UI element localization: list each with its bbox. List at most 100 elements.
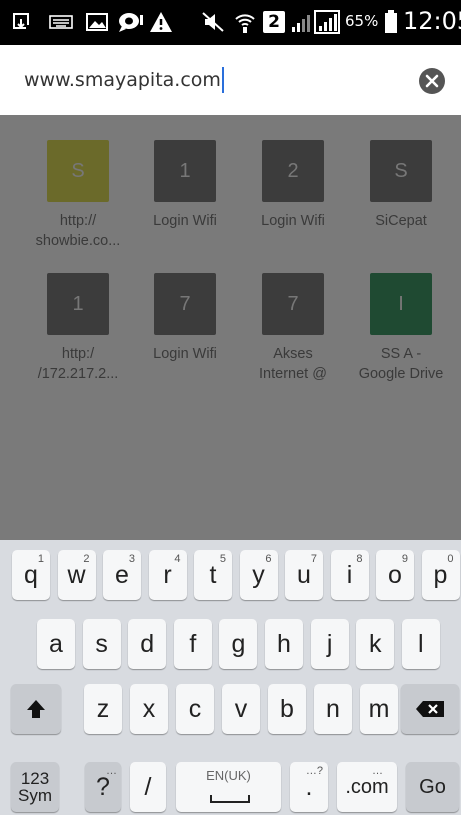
key-k[interactable]: k [356, 619, 395, 669]
shortcut-label: Login Wifi [153, 213, 217, 229]
key-label: f [189, 629, 197, 658]
url-input[interactable]: www.smayapita.com [24, 64, 404, 96]
dotcom-key[interactable]: … .com [337, 762, 397, 812]
warning-icon [148, 10, 174, 34]
key-w[interactable]: 2w [57, 550, 96, 600]
go-key[interactable]: Go [406, 762, 459, 812]
key-l[interactable]: l [401, 619, 440, 669]
signal-icon [314, 10, 340, 34]
key-hint: 4 [174, 553, 181, 565]
slash-key-label: / [144, 772, 152, 801]
shortcut-label: http:// showbie.co... [35, 213, 121, 249]
close-circle-icon [425, 74, 439, 88]
key-p[interactable]: 0p [421, 550, 460, 600]
key-c[interactable]: c [176, 684, 214, 734]
shortcut-label: Akses Internet @ [259, 346, 327, 382]
key-label: t [209, 560, 217, 589]
key-e[interactable]: 3e [103, 550, 141, 600]
key-label: e [115, 560, 129, 589]
key-label: m [368, 694, 390, 723]
shortcut-tile[interactable]: 7 Akses Internet @ [239, 273, 347, 384]
key-label: c [188, 694, 202, 723]
shortcut-thumbnail: S [370, 140, 432, 202]
clear-url-button[interactable] [419, 68, 445, 94]
shortcut-tile[interactable]: 1 Login Wifi [131, 140, 239, 231]
key-a[interactable]: a [37, 619, 75, 669]
question-key-label: ? [96, 772, 110, 801]
key-i[interactable]: 8i [330, 550, 369, 600]
mic-hint: … [106, 765, 117, 777]
key-label: l [418, 629, 424, 658]
shift-key[interactable] [11, 684, 61, 734]
backspace-icon [416, 701, 444, 717]
dotcom-key-label: .com [345, 776, 389, 798]
key-label: y [252, 560, 265, 589]
shortcut-tile[interactable]: 2 Login Wifi [239, 140, 347, 231]
question-key[interactable]: … ? [85, 762, 121, 812]
key-s[interactable]: s [82, 619, 121, 669]
shortcut-label: Login Wifi [153, 346, 217, 362]
key-v[interactable]: v [222, 684, 260, 734]
key-label: k [368, 629, 382, 658]
key-m[interactable]: m [360, 684, 398, 734]
clock: 12:05 [403, 7, 461, 35]
key-hint: 3 [128, 553, 135, 565]
signal-icon [290, 10, 312, 34]
url-bar: www.smayapita.com [0, 45, 461, 115]
key-label: v [234, 694, 248, 723]
period-hint: …? [305, 765, 323, 777]
wifi-icon [232, 10, 258, 34]
key-hint: 9 [401, 553, 408, 565]
shortcut-thumbnail: 7 [262, 273, 324, 335]
shortcut-tile[interactable]: I SS A - Google Drive [347, 273, 455, 384]
symbols-key-top-label: 123 [20, 769, 50, 788]
slash-key[interactable]: / [130, 762, 166, 812]
key-label: r [163, 560, 172, 589]
key-label: u [297, 560, 311, 589]
shortcut-thumbnail: S [47, 140, 109, 202]
key-o[interactable]: 9o [376, 550, 414, 600]
shortcut-tile[interactable]: 7 Login Wifi [131, 273, 239, 364]
key-n[interactable]: n [314, 684, 352, 734]
shortcut-tile[interactable]: S SiCepat [347, 140, 455, 231]
key-u[interactable]: 7u [285, 550, 323, 600]
key-j[interactable]: j [310, 619, 349, 669]
key-hint: 2 [83, 553, 90, 565]
backspace-key[interactable] [401, 684, 459, 734]
key-g[interactable]: g [219, 619, 258, 669]
key-z[interactable]: z [84, 684, 122, 734]
key-r[interactable]: 4r [148, 550, 187, 600]
shortcut-tile[interactable]: Shttp:// showbie.co... [24, 140, 132, 251]
key-q[interactable]: 1q [12, 550, 50, 600]
key-y[interactable]: 6y [239, 550, 278, 600]
shortcut-label: http:/ /172.217.2... [37, 346, 119, 382]
go-key-label: Go [419, 776, 446, 798]
url-text: www.smayapita.com [24, 69, 221, 91]
key-f[interactable]: f [173, 619, 212, 669]
shortcut-thumbnail: 2 [262, 140, 324, 202]
key-b[interactable]: b [268, 684, 306, 734]
key-hint: 8 [356, 553, 363, 565]
period-key[interactable]: …? . [290, 762, 328, 812]
key-x[interactable]: x [130, 684, 168, 734]
symbols-key[interactable]: 123 Sym [11, 762, 59, 812]
key-label: h [277, 629, 291, 658]
shortcut-thumbnail: 1 [154, 140, 216, 202]
key-label: a [49, 629, 63, 658]
key-hint: 5 [219, 553, 226, 565]
key-t[interactable]: 5t [194, 550, 232, 600]
space-key[interactable]: EN(UK) [176, 762, 281, 812]
key-label: p [433, 560, 448, 589]
key-label: n [326, 694, 340, 723]
chat-icon [117, 10, 145, 34]
status-bar: 2 65% 12:05 [0, 0, 461, 45]
mute-icon [200, 10, 226, 34]
shortcut-tile[interactable]: 1 http:/ /172.217.2... [24, 273, 132, 384]
key-h[interactable]: h [265, 619, 303, 669]
shortcut-thumbnail: 7 [154, 273, 216, 335]
keyboard-icon [48, 10, 74, 34]
battery-icon [383, 10, 399, 34]
key-d[interactable]: d [128, 619, 167, 669]
key-label: j [326, 629, 333, 658]
key-label: b [280, 694, 294, 723]
